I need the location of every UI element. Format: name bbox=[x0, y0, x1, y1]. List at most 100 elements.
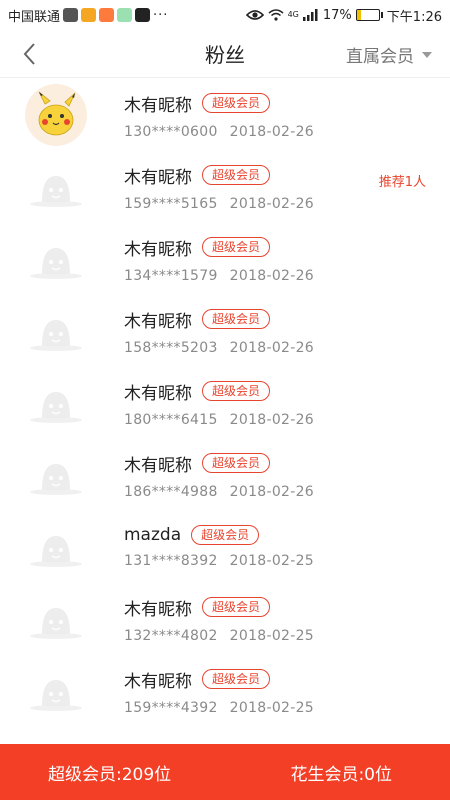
avatar bbox=[25, 372, 87, 434]
avatar bbox=[25, 660, 87, 722]
clock: 下午1:26 bbox=[386, 9, 442, 25]
member-info: 木有昵称 超级会员 130****0600 2018-02-26 bbox=[112, 91, 450, 140]
avatar-container bbox=[0, 655, 112, 727]
member-info: 木有昵称 超级会员 132****4802 2018-02-25 bbox=[112, 595, 450, 644]
member-join-date: 2018-02-26 bbox=[229, 267, 315, 284]
member-level-badge: 超级会员 bbox=[202, 237, 271, 257]
member-level-badge: 超级会员 bbox=[202, 453, 271, 473]
member-row[interactable]: 木有昵称 超级会员 186****4988 2018-02-26 bbox=[0, 439, 450, 511]
super-member-count: 超级会员:209位 bbox=[48, 764, 172, 785]
default-avatar-icon bbox=[30, 248, 82, 279]
member-phone: 134****1579 bbox=[124, 267, 218, 284]
default-avatar-icon bbox=[30, 464, 82, 495]
network-type: 4G bbox=[287, 9, 299, 19]
member-row[interactable]: 木有昵称 超级会员 159****4392 2018-02-25 bbox=[0, 655, 450, 727]
back-button[interactable] bbox=[12, 36, 46, 72]
member-level-badge: 超级会员 bbox=[191, 525, 260, 545]
more-notifications-icon: ··· bbox=[153, 7, 169, 23]
recommend-count: 推荐1人 bbox=[378, 175, 426, 190]
member-meta: 134****1579 2018-02-26 bbox=[124, 268, 450, 284]
pikachu-avatar-icon bbox=[38, 91, 76, 136]
avatar-container bbox=[0, 367, 112, 439]
avatar-container bbox=[0, 151, 112, 223]
member-join-date: 2018-02-25 bbox=[229, 627, 315, 644]
status-bar: 中国联通 ··· 4G 17% 下午1:26 bbox=[0, 0, 450, 30]
member-name: 木有昵称 bbox=[124, 95, 192, 116]
member-name-line: 木有昵称 超级会员 bbox=[124, 667, 450, 692]
member-name-line: 木有昵称 超级会员 bbox=[124, 235, 450, 260]
avatar bbox=[25, 84, 87, 146]
battery-icon bbox=[355, 9, 383, 21]
avatar bbox=[25, 228, 87, 290]
member-row[interactable]: 木有昵称 超级会员 180****6415 2018-02-26 bbox=[0, 367, 450, 439]
chevron-left-icon bbox=[23, 43, 35, 65]
avatar bbox=[25, 588, 87, 650]
member-filter-dropdown[interactable]: 直属会员 bbox=[346, 42, 432, 67]
signal-icon bbox=[302, 9, 318, 21]
member-join-date: 2018-02-26 bbox=[229, 339, 315, 356]
wifi-icon bbox=[268, 9, 284, 21]
member-row[interactable]: 木有昵称 超级会员 132****4802 2018-02-25 bbox=[0, 583, 450, 655]
default-avatar-icon bbox=[30, 608, 82, 639]
eye-icon bbox=[245, 10, 264, 20]
default-avatar-icon bbox=[30, 680, 82, 711]
carrier-label: 中国联通 bbox=[8, 9, 61, 25]
default-avatar-icon bbox=[30, 320, 82, 351]
member-meta: 130****0600 2018-02-26 bbox=[124, 124, 450, 140]
member-name-line: 木有昵称 超级会员 bbox=[124, 307, 450, 332]
chat-app-icon bbox=[117, 8, 133, 22]
member-level-badge: 超级会员 bbox=[202, 597, 271, 617]
member-name: 木有昵称 bbox=[124, 599, 192, 620]
member-name: 木有昵称 bbox=[124, 239, 192, 260]
member-phone: 130****0600 bbox=[124, 123, 218, 140]
member-row[interactable]: 木有昵称 超级会员 158****5203 2018-02-26 bbox=[0, 295, 450, 367]
avatar bbox=[25, 516, 87, 578]
peanut-member-count: 花生会员:0位 bbox=[290, 764, 392, 785]
nav-bar: 粉丝 直属会员 bbox=[0, 30, 450, 78]
default-avatar-icon bbox=[30, 392, 82, 423]
member-phone: 159****4392 bbox=[124, 699, 218, 716]
member-info: 木有昵称 超级会员 180****6415 2018-02-26 bbox=[112, 379, 450, 428]
member-level-badge: 超级会员 bbox=[202, 381, 271, 401]
member-info: 木有昵称 超级会员 186****4988 2018-02-26 bbox=[112, 451, 450, 500]
member-name-line: 木有昵称 超级会员 bbox=[124, 451, 450, 476]
member-meta: 180****6415 2018-02-26 bbox=[124, 412, 450, 428]
avatar-container bbox=[0, 79, 112, 151]
member-phone: 158****5203 bbox=[124, 339, 218, 356]
member-name: mazda bbox=[124, 525, 182, 545]
member-info: 木有昵称 超级会员 158****5203 2018-02-26 bbox=[112, 307, 450, 356]
member-name: 木有昵称 bbox=[124, 383, 192, 404]
member-info: mazda 超级会员 131****8392 2018-02-25 bbox=[112, 525, 450, 569]
member-level-badge: 超级会员 bbox=[202, 93, 271, 113]
member-row[interactable]: mazda 超级会员 131****8392 2018-02-25 bbox=[0, 511, 450, 583]
member-join-date: 2018-02-26 bbox=[229, 123, 315, 140]
member-meta: 132****4802 2018-02-25 bbox=[124, 628, 450, 644]
tiktok-app-icon bbox=[135, 8, 151, 22]
battery-percent: 17% bbox=[322, 7, 352, 23]
avatar-container bbox=[0, 295, 112, 367]
avatar-container bbox=[0, 223, 112, 295]
member-phone: 159****5165 bbox=[124, 195, 218, 212]
member-level-badge: 超级会员 bbox=[202, 165, 271, 185]
member-name-line: 木有昵称 超级会员 bbox=[124, 91, 450, 116]
member-meta: 186****4988 2018-02-26 bbox=[124, 484, 450, 500]
member-name-line: 木有昵称 超级会员 bbox=[124, 379, 450, 404]
default-avatar-icon bbox=[30, 176, 82, 207]
member-join-date: 2018-02-26 bbox=[229, 195, 315, 212]
video-app-icon bbox=[99, 8, 115, 22]
member-level-badge: 超级会员 bbox=[202, 309, 271, 329]
member-join-date: 2018-02-26 bbox=[229, 411, 315, 428]
member-info: 木有昵称 超级会员 159****4392 2018-02-25 bbox=[112, 667, 450, 716]
member-row[interactable]: 木有昵称 超级会员 130****0600 2018-02-26 bbox=[0, 79, 450, 151]
member-row[interactable]: 木有昵称 超级会员 134****1579 2018-02-26 bbox=[0, 223, 450, 295]
member-row[interactable]: 木有昵称 超级会员 159****5165 2018-02-26 推荐1人 bbox=[0, 151, 450, 223]
member-join-date: 2018-02-25 bbox=[229, 699, 315, 716]
member-summary-bar: 超级会员:209位 花生会员:0位 bbox=[0, 744, 450, 800]
member-name-line: mazda 超级会员 bbox=[124, 525, 450, 545]
filter-label: 直属会员 bbox=[346, 47, 414, 67]
member-phone: 132****4802 bbox=[124, 627, 218, 644]
member-name-line: 木有昵称 超级会员 bbox=[124, 595, 450, 620]
default-avatar-icon bbox=[30, 536, 82, 567]
avatar-container bbox=[0, 439, 112, 511]
member-list: 木有昵称 超级会员 130****0600 2018-02-26 木有昵称 超级会… bbox=[0, 79, 450, 744]
